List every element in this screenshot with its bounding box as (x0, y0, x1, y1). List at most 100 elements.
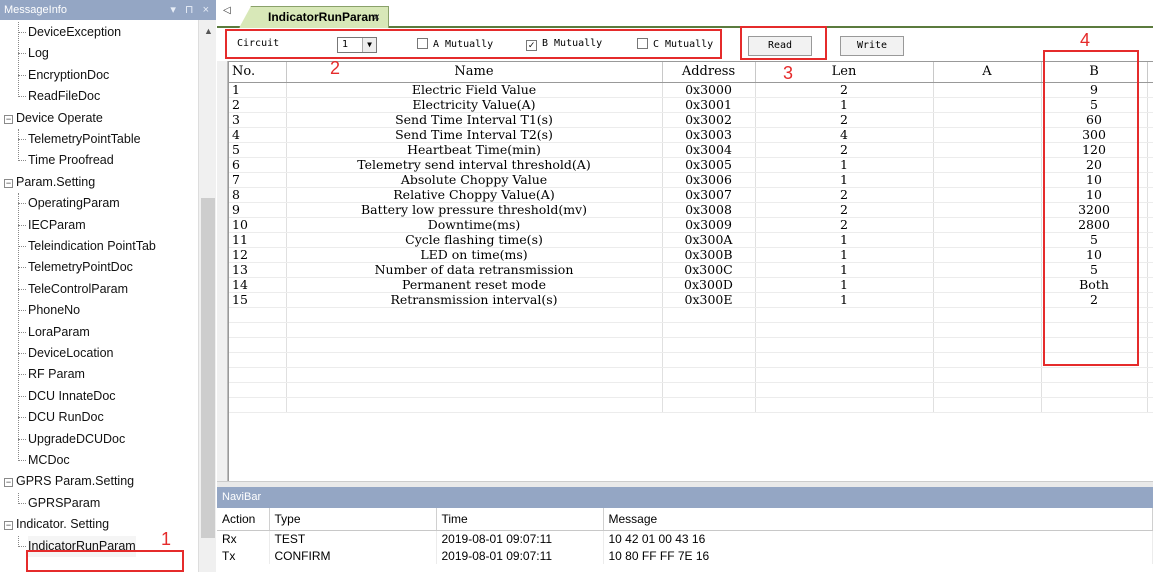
column-header-address[interactable]: Address (662, 62, 756, 83)
cell-name[interactable]: Electric Field Value (286, 82, 663, 98)
cell-name[interactable]: Permanent reset mode (286, 277, 663, 293)
cell-address[interactable]: 0x3001 (662, 97, 756, 113)
cell-name[interactable]: Absolute Choppy Value (286, 172, 663, 188)
cell-no[interactable]: 1 (229, 82, 287, 98)
table-row[interactable]: 6 Telemetry send interval threshold(A) 0x3… (229, 157, 1153, 173)
log-column-action[interactable]: Action (217, 508, 270, 531)
cell-address[interactable]: 0x300B (662, 247, 756, 263)
cell-no[interactable]: 3 (229, 112, 287, 128)
cell-a[interactable] (933, 157, 1042, 173)
column-header-a[interactable]: A (933, 62, 1042, 83)
cell-address[interactable]: 0x3006 (662, 172, 756, 188)
cell-address[interactable]: 0x3002 (662, 112, 756, 128)
cell-name[interactable]: Cycle flashing time(s) (286, 232, 663, 248)
log-column-type[interactable]: Type (269, 508, 437, 531)
tree-item-indicator-setting[interactable]: − Indicator. Setting (4, 514, 109, 535)
cell-name[interactable]: Relative Choppy Value(A) (286, 187, 663, 203)
tree-item-device-operate[interactable]: − Device Operate (4, 108, 103, 129)
cell-len[interactable]: 2 (755, 217, 934, 233)
scroll-thumb[interactable] (201, 198, 215, 538)
cell-no[interactable]: 9 (229, 202, 287, 218)
cell-name[interactable]: Number of data retransmission (286, 262, 663, 278)
cell-no[interactable]: 15 (229, 292, 287, 308)
cell-a[interactable] (933, 97, 1042, 113)
tree-view[interactable]: DeviceException Log EncryptionDoc ReadFileD… (0, 20, 198, 572)
cell-a[interactable] (933, 202, 1042, 218)
tree-item-upgradedcudoc[interactable]: UpgradeDCUDoc (17, 429, 125, 450)
cell-a[interactable] (933, 187, 1042, 203)
cell-len[interactable]: 1 (755, 157, 934, 173)
cell-len[interactable]: 2 (755, 82, 934, 98)
tree-item-log[interactable]: Log (18, 43, 49, 64)
table-row[interactable]: 2 Electricity Value(A) 0x3001 1 5 (229, 97, 1153, 113)
cell-name[interactable]: Downtime(ms) (286, 217, 663, 233)
tree-item-encryptiondoc[interactable]: EncryptionDoc (17, 65, 109, 86)
scroll-up-icon[interactable]: ▲ (204, 26, 213, 36)
cell-a[interactable] (933, 247, 1042, 263)
cell-name[interactable]: Send Time Interval T2(s) (286, 127, 663, 143)
cell-len[interactable]: 2 (755, 112, 934, 128)
tab-indicator-run-param[interactable]: IndicatorRunParam × (239, 6, 389, 28)
cell-len[interactable]: 1 (755, 262, 934, 278)
table-row[interactable]: 7 Absolute Choppy Value 0x3006 1 10 (229, 172, 1153, 188)
log-column-message[interactable]: Message (603, 508, 1153, 531)
cell-name[interactable]: Electricity Value(A) (286, 97, 663, 113)
tree-item-iecparam[interactable]: IECParam (18, 215, 86, 236)
table-row[interactable]: 3 Send Time Interval T1(s) 0x3002 2 60 (229, 112, 1153, 128)
table-row[interactable]: 12 LED on time(ms) 0x300B 1 10 (229, 247, 1153, 263)
cell-address[interactable]: 0x3008 (662, 202, 756, 218)
collapse-icon[interactable]: − (4, 114, 13, 124)
cell-len[interactable]: 2 (755, 142, 934, 158)
panel-controls[interactable]: ▾ ⊓ × (170, 0, 212, 20)
cell-a[interactable] (933, 217, 1042, 233)
cell-no[interactable]: 11 (229, 232, 287, 248)
tree-item-param-setting[interactable]: − Param.Setting (4, 172, 95, 193)
cell-no[interactable]: 4 (229, 127, 287, 143)
cell-len[interactable]: 1 (755, 97, 934, 113)
tree-item-operatingparam[interactable]: OperatingParam (18, 193, 120, 214)
tree-item-telemetrypointtable[interactable]: TelemetryPointTable (18, 129, 141, 150)
cell-len[interactable]: 1 (755, 292, 934, 308)
tree-item-readfiledoc[interactable]: ReadFileDoc (17, 86, 100, 107)
collapse-icon[interactable]: − (4, 478, 13, 488)
tree-item-phoneno[interactable]: PhoneNo (17, 300, 80, 321)
cell-len[interactable]: 1 (755, 277, 934, 293)
cell-a[interactable] (933, 277, 1042, 293)
cell-address[interactable]: 0x3003 (662, 127, 756, 143)
cell-name[interactable]: LED on time(ms) (286, 247, 663, 263)
cell-a[interactable] (933, 82, 1042, 98)
table-row[interactable]: 14 Permanent reset mode 0x300D 1 Both (229, 277, 1153, 293)
cell-no[interactable]: 10 (229, 217, 287, 233)
write-button[interactable]: Write (840, 36, 904, 56)
cell-address[interactable]: 0x300C (662, 262, 756, 278)
collapse-icon[interactable]: − (4, 521, 13, 531)
cell-a[interactable] (933, 262, 1042, 278)
cell-address[interactable]: 0x3007 (662, 187, 756, 203)
cell-a[interactable] (933, 232, 1042, 248)
tree-item-teleindication-pointtab[interactable]: Teleindication PointTab (18, 236, 156, 257)
cell-address[interactable]: 0x3000 (662, 82, 756, 98)
cell-a[interactable] (933, 292, 1042, 308)
table-row[interactable]: 8 Relative Choppy Value(A) 0x3007 2 10 (229, 187, 1153, 203)
tree-item-gprsparam[interactable]: GPRSParam (17, 493, 100, 514)
cell-address[interactable]: 0x3004 (662, 142, 756, 158)
tree-item-telemetrypointdoc[interactable]: TelemetryPointDoc (18, 257, 133, 278)
tree-item-rf-param[interactable]: RF Param (18, 364, 85, 385)
cell-address[interactable]: 0x300D (662, 277, 756, 293)
cell-len[interactable]: 2 (755, 202, 934, 218)
table-row[interactable]: 4 Send Time Interval T2(s) 0x3003 4 300 (229, 127, 1153, 143)
cell-len[interactable]: 1 (755, 247, 934, 263)
tree-item-gprs-param-setting[interactable]: − GPRS Param.Setting (4, 471, 134, 492)
tab-scroll-left-icon[interactable]: ◁ (223, 5, 231, 16)
table-row[interactable]: 9 Battery low pressure threshold(mv) 0x300… (229, 202, 1153, 218)
cell-no[interactable]: 14 (229, 277, 287, 293)
cell-address[interactable]: 0x300A (662, 232, 756, 248)
table-row[interactable]: 11 Cycle flashing time(s) 0x300A 1 5 (229, 232, 1153, 248)
log-column-time[interactable]: Time (436, 508, 604, 531)
tab-close-icon[interactable]: × (373, 7, 380, 27)
cell-len[interactable]: 1 (755, 232, 934, 248)
tree-item-dcu-innatedoc[interactable]: DCU InnateDoc (18, 386, 116, 407)
table-row[interactable]: 15 Retransmission interval(s) 0x300E 1 2 (229, 292, 1153, 308)
column-header-no[interactable]: No. (229, 62, 287, 83)
cell-no[interactable]: 12 (229, 247, 287, 263)
